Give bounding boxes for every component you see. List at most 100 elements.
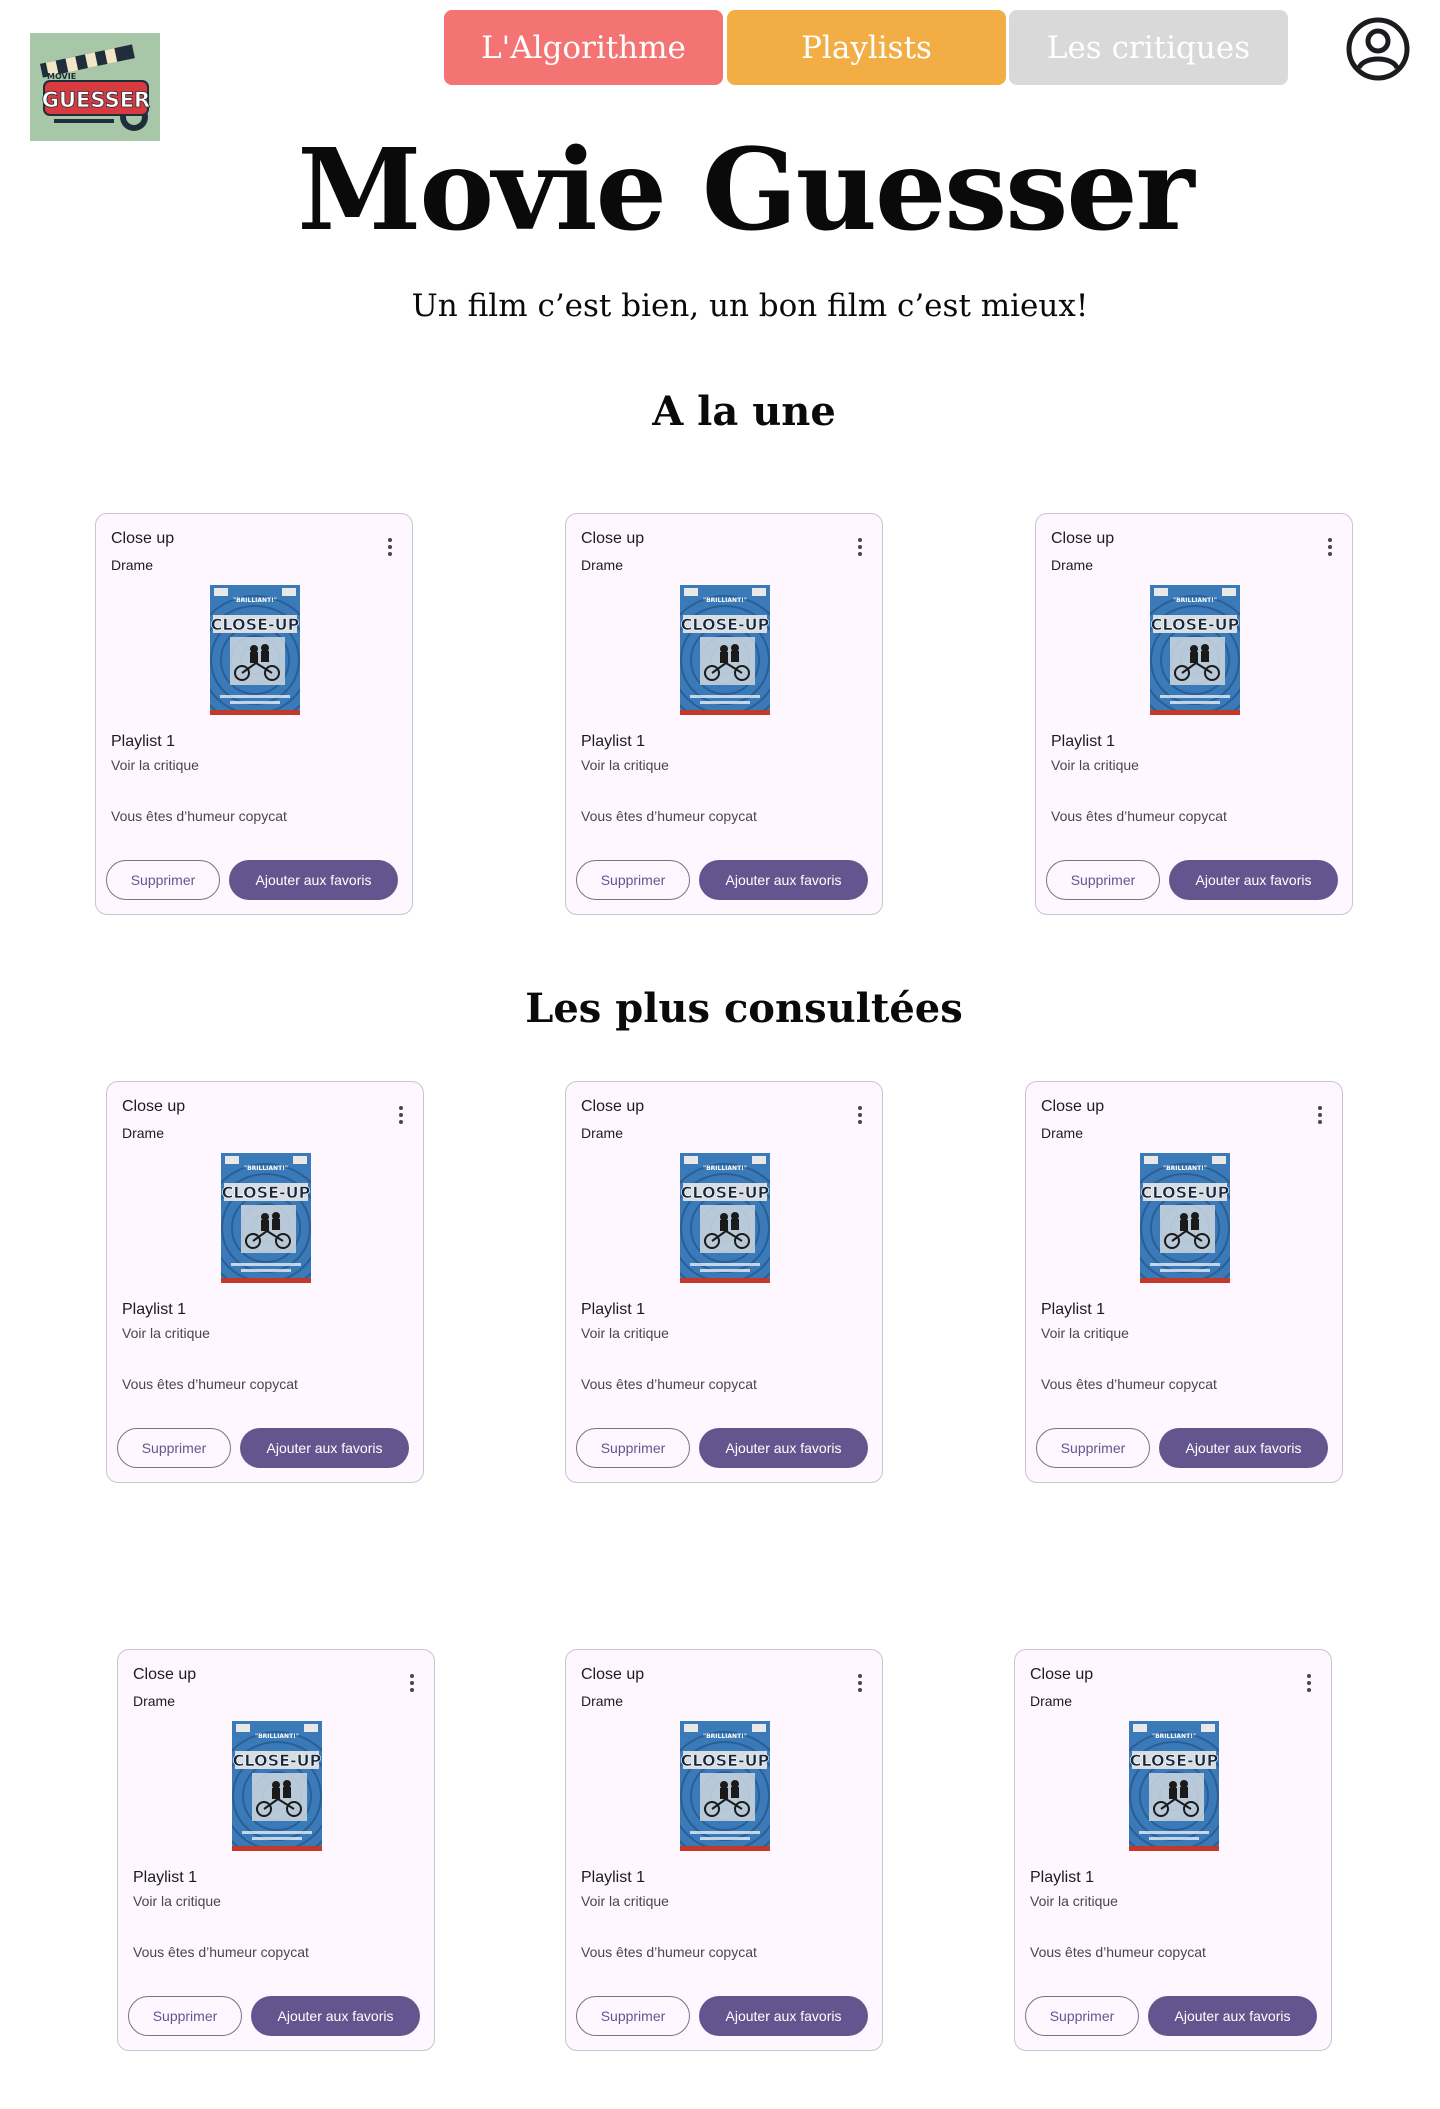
movie-poster[interactable]: "BRILLIANT!" CLOSE-UP — [221, 1153, 311, 1283]
add-favorite-button[interactable]: Ajouter aux favoris — [699, 860, 868, 900]
movie-card: Close up Drame "BRILLIANT!" CLOSE-UP Pla… — [1025, 1081, 1343, 1483]
view-critique-link[interactable]: Voir la critique — [133, 1893, 221, 1909]
card-playlist-label: Playlist 1 — [111, 733, 176, 750]
poster-title: CLOSE-UP — [681, 615, 770, 634]
poster-title: CLOSE-UP — [211, 615, 300, 634]
card-mood-text: Vous êtes d’humeur copycat — [581, 1376, 757, 1392]
card-genre: Drame — [133, 1693, 176, 1709]
delete-button[interactable]: Supprimer — [576, 860, 690, 900]
card-mood-text: Vous êtes d’humeur copycat — [133, 1944, 309, 1960]
card-title: Close up — [581, 1666, 645, 1683]
more-vert-icon[interactable] — [384, 538, 396, 560]
movie-card: Close up Drame "BRILLIANT!" CLOSE-UP Pla… — [565, 513, 883, 915]
card-genre: Drame — [581, 557, 624, 573]
poster-title: CLOSE-UP — [1151, 615, 1240, 634]
card-mood-text: Vous êtes d’humeur copycat — [1030, 1944, 1206, 1960]
poster-headline: "BRILLIANT!" — [233, 597, 277, 604]
movie-card: Close up Drame "BRILLIANT!" CLOSE-UP Pla… — [95, 513, 413, 915]
more-vert-icon[interactable] — [1324, 538, 1336, 560]
add-favorite-button[interactable]: Ajouter aux favoris — [251, 1996, 420, 2036]
poster-headline: "BRILLIANT!" — [703, 1733, 747, 1740]
page-subtitle: Un film c’est bien, un bon film c’est mi… — [411, 288, 1089, 324]
poster-headline: "BRILLIANT!" — [255, 1733, 299, 1740]
movie-poster[interactable]: "BRILLIANT!" CLOSE-UP — [1140, 1153, 1230, 1283]
more-vert-icon[interactable] — [406, 1674, 418, 1696]
more-vert-icon[interactable] — [395, 1106, 407, 1128]
card-genre: Drame — [1051, 557, 1094, 573]
delete-button[interactable]: Supprimer — [576, 1428, 690, 1468]
view-critique-link[interactable]: Voir la critique — [111, 757, 199, 773]
nav-critiques-button[interactable]: Les critiques — [1009, 10, 1288, 85]
add-favorite-button[interactable]: Ajouter aux favoris — [1159, 1428, 1328, 1468]
delete-button[interactable]: Supprimer — [1046, 860, 1160, 900]
view-critique-link[interactable]: Voir la critique — [1030, 1893, 1118, 1909]
movie-poster[interactable]: "BRILLIANT!" CLOSE-UP — [680, 585, 770, 715]
delete-button[interactable]: Supprimer — [1036, 1428, 1150, 1468]
view-critique-link[interactable]: Voir la critique — [122, 1325, 210, 1341]
add-favorite-button[interactable]: Ajouter aux favoris — [699, 1428, 868, 1468]
movie-poster[interactable]: "BRILLIANT!" CLOSE-UP — [1129, 1721, 1219, 1851]
card-genre: Drame — [581, 1693, 624, 1709]
movie-poster[interactable]: "BRILLIANT!" CLOSE-UP — [1150, 585, 1240, 715]
card-playlist-label: Playlist 1 — [1051, 733, 1116, 750]
view-critique-link[interactable]: Voir la critique — [581, 1325, 669, 1341]
nav-algorithme-button[interactable]: L'Algorithme — [444, 10, 723, 85]
card-playlist-label: Playlist 1 — [122, 1301, 187, 1318]
movie-poster[interactable]: "BRILLIANT!" CLOSE-UP — [232, 1721, 322, 1851]
view-critique-link[interactable]: Voir la critique — [581, 757, 669, 773]
delete-button[interactable]: Supprimer — [128, 1996, 242, 2036]
card-title: Close up — [122, 1098, 186, 1115]
card-title: Close up — [111, 530, 175, 547]
card-genre: Drame — [1030, 1693, 1073, 1709]
delete-button[interactable]: Supprimer — [1025, 1996, 1139, 2036]
card-genre: Drame — [581, 1125, 624, 1141]
add-favorite-button[interactable]: Ajouter aux favoris — [240, 1428, 409, 1468]
card-mood-text: Vous êtes d’humeur copycat — [581, 1944, 757, 1960]
card-title: Close up — [1041, 1098, 1105, 1115]
poster-title: CLOSE-UP — [1130, 1751, 1219, 1770]
card-title: Close up — [1051, 530, 1115, 547]
more-vert-icon[interactable] — [854, 538, 866, 560]
card-genre: Drame — [111, 557, 154, 573]
view-critique-link[interactable]: Voir la critique — [1051, 757, 1139, 773]
section-title-a-la-une: A la une — [652, 388, 836, 435]
more-vert-icon[interactable] — [854, 1674, 866, 1696]
card-playlist-label: Playlist 1 — [133, 1869, 198, 1886]
logo-main-text: GUESSER — [42, 88, 150, 112]
nav-playlists-button[interactable]: Playlists — [727, 10, 1006, 85]
delete-button[interactable]: Supprimer — [106, 860, 220, 900]
add-favorite-button[interactable]: Ajouter aux favoris — [1148, 1996, 1317, 2036]
delete-button[interactable]: Supprimer — [576, 1996, 690, 2036]
poster-title: CLOSE-UP — [222, 1183, 311, 1202]
account-circle-icon[interactable] — [1345, 16, 1411, 82]
add-favorite-button[interactable]: Ajouter aux favoris — [229, 860, 398, 900]
more-vert-icon[interactable] — [1303, 1674, 1315, 1696]
card-genre: Drame — [1041, 1125, 1084, 1141]
card-playlist-label: Playlist 1 — [581, 1869, 646, 1886]
movie-poster[interactable]: "BRILLIANT!" CLOSE-UP — [680, 1721, 770, 1851]
movie-card: Close up Drame "BRILLIANT!" CLOSE-UP Pla… — [565, 1649, 883, 2051]
delete-button[interactable]: Supprimer — [117, 1428, 231, 1468]
card-title: Close up — [133, 1666, 197, 1683]
card-mood-text: Vous êtes d’humeur copycat — [111, 808, 287, 824]
page-title: Movie Guesser — [297, 125, 1194, 256]
poster-headline: "BRILLIANT!" — [703, 1165, 747, 1172]
more-vert-icon[interactable] — [1314, 1106, 1326, 1128]
movie-poster[interactable]: "BRILLIANT!" CLOSE-UP — [680, 1153, 770, 1283]
poster-title: CLOSE-UP — [233, 1751, 322, 1770]
movie-card: Close up Drame "BRILLIANT!" CLOSE-UP Pla… — [117, 1649, 435, 2051]
add-favorite-button[interactable]: Ajouter aux favoris — [699, 1996, 868, 2036]
movie-card: Close up Drame "BRILLIANT!" CLOSE-UP Pla… — [565, 1081, 883, 1483]
card-playlist-label: Playlist 1 — [581, 733, 646, 750]
poster-headline: "BRILLIANT!" — [1163, 1165, 1207, 1172]
view-critique-link[interactable]: Voir la critique — [1041, 1325, 1129, 1341]
card-mood-text: Vous êtes d’humeur copycat — [581, 808, 757, 824]
movie-poster[interactable]: "BRILLIANT!" CLOSE-UP — [210, 585, 300, 715]
movie-card: Close up Drame "BRILLIANT!" CLOSE-UP Pla… — [106, 1081, 424, 1483]
card-mood-text: Vous êtes d’humeur copycat — [122, 1376, 298, 1392]
card-mood-text: Vous êtes d’humeur copycat — [1041, 1376, 1217, 1392]
add-favorite-button[interactable]: Ajouter aux favoris — [1169, 860, 1338, 900]
view-critique-link[interactable]: Voir la critique — [581, 1893, 669, 1909]
more-vert-icon[interactable] — [854, 1106, 866, 1128]
poster-title: CLOSE-UP — [681, 1751, 770, 1770]
